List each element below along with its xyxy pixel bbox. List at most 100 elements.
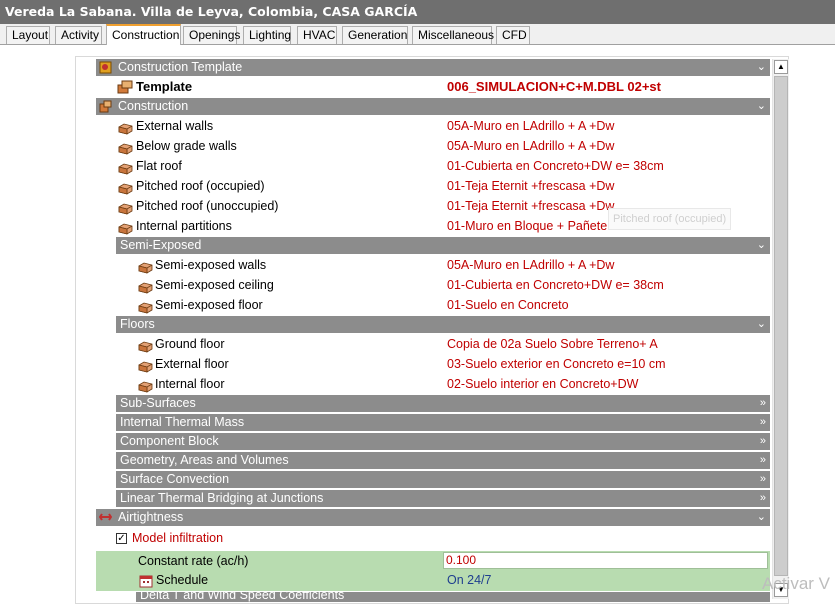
tab-hvac[interactable]: HVAC [297,26,337,44]
collapsed-section-label: Surface Convection [120,472,230,486]
construction-item-value[interactable]: 05A-Muro en LAdrillo + A +Dw [447,255,614,275]
construction-item-value[interactable]: 01-Teja Eternit +frescasa +Dw [447,196,614,216]
construction-item-value[interactable]: 05A-Muro en LAdrillo + A +Dw [447,136,614,156]
airtightness-label: Airtightness [118,510,184,524]
collapsed-section-label: Geometry, Areas and Volumes [120,453,289,467]
construction-material-icon [138,280,153,294]
model-infiltration-row[interactable]: ✓ Model infiltration [96,528,770,548]
chevron-right-icon: » [759,492,766,504]
airtightness-icon [99,513,112,521]
construction-item-value[interactable]: 05A-Muro en LAdrillo + A +Dw [447,116,614,136]
construction-item-value[interactable]: Copia de 02a Suelo Sobre Terreno+ A [447,334,658,354]
construction-item-row[interactable]: External floor 03-Suelo exterior en Concr… [96,354,770,374]
construction-item-row[interactable]: Below grade walls 05A-Muro en LAdrillo + … [96,136,770,156]
construction-item-row[interactable]: Ground floor Copia de 02a Suelo Sobre Ter… [96,334,770,354]
construction-item-value[interactable]: 01-Cubierta en Concreto+DW e= 38cm [447,275,664,295]
scroll-up-button[interactable]: ▲ [774,60,788,74]
tab-miscellaneous[interactable]: Miscellaneous [412,26,494,44]
construction-item-value[interactable]: 02-Suelo interior en Concreto+DW [447,374,638,394]
model-infiltration-checkbox[interactable]: ✓ [116,533,127,544]
construction-item-label: Pitched roof (occupied) [136,179,265,193]
template-icon [99,61,112,74]
ghost-tooltip: Pitched roof (occupied) [608,208,732,230]
construction-item-label: External floor [155,357,229,371]
model-infiltration-label: Model infiltration [132,531,224,545]
chevron-down-icon: ⌄ [756,100,766,112]
chevron-down-icon: ⌄ [756,318,766,330]
activation-watermark: Activar V [762,574,831,593]
schedule-icon [139,575,153,588]
constant-rate-label: Constant rate (ac/h) [138,554,249,568]
construction-item-row[interactable]: Flat roof 01-Cubierta en Concreto+DW e= 3… [96,156,770,176]
collapsed-section-label: Component Block [120,434,219,448]
construction-material-icon [138,379,153,393]
collapsed-section-header[interactable]: Internal Thermal Mass » [116,414,770,431]
schedule-row-content[interactable]: Schedule On 24/7 [96,570,770,590]
semi-exposed-label: Semi-Exposed [120,238,202,252]
collapsed-section-header[interactable]: Linear Thermal Bridging at Junctions » [116,490,770,507]
chevron-right-icon: » [759,454,766,466]
window-title: Vereda La Sabana. Villa de Leyva, Colomb… [0,0,835,24]
construction-item-label: Pitched roof (unoccupied) [136,199,279,213]
tab-activity[interactable]: Activity [55,26,102,44]
coefficients-header[interactable]: Delta T and Wind Speed Coefficients [136,592,770,602]
construction-label: Construction [118,99,189,113]
tab-bar: Layout Activity Construction Openings Li… [0,24,835,45]
collapsed-section-label: Linear Thermal Bridging at Junctions [120,491,324,505]
construction-item-label: Semi-exposed walls [155,258,267,272]
construction-item-value[interactable]: 01-Suelo en Concreto [447,295,569,315]
construction-template-header[interactable]: Construction Template ⌄ [96,59,770,76]
tab-generation[interactable]: Generation [342,26,408,44]
template-row[interactable]: Template 006_SIMULACION+C+M.DBL 02+st [96,77,770,97]
collapsed-section-header[interactable]: Sub-Surfaces » [116,395,770,412]
construction-item-label: Semi-exposed floor [155,298,263,312]
construction-item-label: Flat roof [136,159,182,173]
collapsed-section-header[interactable]: Component Block » [116,433,770,450]
collapsed-section-label: Internal Thermal Mass [120,415,245,429]
template-value[interactable]: 006_SIMULACION+C+M.DBL 02+st [447,77,661,97]
collapsed-section-header[interactable]: Surface Convection » [116,471,770,488]
template-item-icon [117,80,133,94]
collapsed-section-header[interactable]: Geometry, Areas and Volumes » [116,452,770,469]
tab-cfd[interactable]: CFD [496,26,530,44]
construction-material-icon [118,221,133,235]
construction-item-value[interactable]: 01-Teja Eternit +frescasa +Dw [447,176,614,196]
chevron-right-icon: » [759,416,766,428]
template-label: Template [136,79,193,94]
construction-material-icon [138,300,153,314]
floors-header[interactable]: Floors ⌄ [116,316,770,333]
semi-exposed-header[interactable]: Semi-Exposed ⌄ [116,237,770,254]
schedule-label: Schedule [156,573,209,587]
tab-lighting[interactable]: Lighting [243,26,291,44]
construction-material-icon [118,121,133,135]
construction-item-row[interactable]: External walls 05A-Muro en LAdrillo + A +… [96,116,770,136]
tab-construction[interactable]: Construction [106,24,181,45]
collapsed-section-label: Sub-Surfaces [120,396,196,410]
construction-item-label: External walls [136,119,214,133]
construction-material-icon [118,161,133,175]
construction-item-row[interactable]: Internal floor 02-Suelo interior en Concr… [96,374,770,394]
construction-item-row[interactable]: Semi-exposed ceiling 01-Cubierta en Concr… [96,275,770,295]
construction-item-label: Semi-exposed ceiling [155,278,274,292]
construction-material-icon [118,201,133,215]
chevron-right-icon: » [759,397,766,409]
scroll-thumb[interactable] [774,76,788,576]
construction-item-value[interactable]: 01-Cubierta en Concreto+DW e= 38cm [447,156,664,176]
construction-item-label: Below grade walls [136,139,237,153]
construction-item-value[interactable]: 03-Suelo exterior en Concreto e=10 cm [447,354,666,374]
chevron-down-icon: ⌄ [756,61,766,73]
tab-layout[interactable]: Layout [6,26,50,44]
construction-item-row[interactable]: Semi-exposed walls 05A-Muro en LAdrillo +… [96,255,770,275]
construction-material-icon [118,181,133,195]
schedule-value[interactable]: On 24/7 [447,570,491,590]
constant-rate-input[interactable]: 0.100 [443,552,768,569]
floors-label: Floors [120,317,155,331]
vertical-scrollbar[interactable]: ▲ ▼ [772,59,789,599]
construction-material-icon [118,141,133,155]
construction-item-row[interactable]: Pitched roof (occupied) 01-Teja Eternit +… [96,176,770,196]
construction-item-label: Internal floor [155,377,225,391]
construction-item-row[interactable]: Semi-exposed floor 01-Suelo en Concreto [96,295,770,315]
tab-openings[interactable]: Openings [183,26,240,44]
construction-header[interactable]: Construction ⌄ [96,98,770,115]
airtightness-header[interactable]: Airtightness ⌄ [96,509,770,526]
